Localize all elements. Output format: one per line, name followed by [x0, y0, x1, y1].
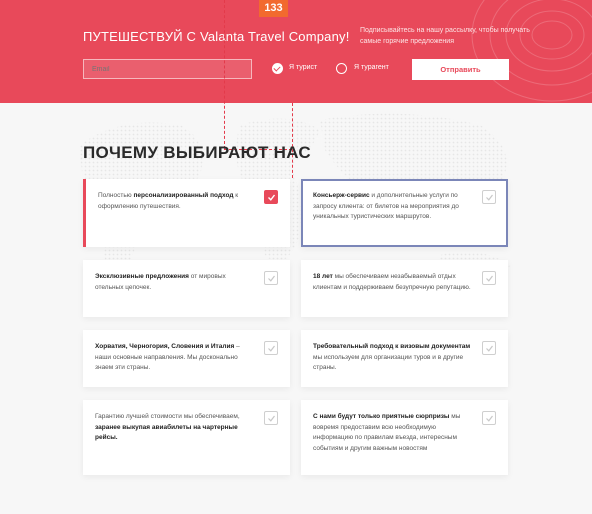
section-title: ПОЧЕМУ ВЫБИРАЮТ НАС — [83, 143, 311, 162]
feature-card-text: С нами будут только приятные сюрпризы мы… — [313, 413, 461, 452]
feature-card-text: Эксклюзивные предложения от мировых отел… — [95, 273, 226, 291]
radio-agent[interactable] — [336, 63, 347, 74]
check-icon — [264, 190, 278, 204]
guide-line-vertical — [224, 0, 225, 149]
feature-card-text: Полностью персонализированный подход к о… — [98, 192, 239, 210]
subscribe-description: Подписывайтесь на нашу рассылку, чтобы п… — [360, 27, 530, 45]
radio-tourist[interactable] — [272, 63, 283, 74]
check-icon — [264, 271, 278, 285]
feature-card[interactable]: Эксклюзивные предложения от мировых отел… — [83, 260, 290, 317]
feature-card-text: Требовательный подход к визовым документ… — [313, 343, 471, 371]
check-icon — [482, 190, 496, 204]
feature-card[interactable]: Хорватия, Черногория, Словения и Италия … — [83, 330, 290, 387]
check-icon — [264, 341, 278, 355]
feature-card[interactable]: 18 лет мы обеспечиваем незабываемый отды… — [301, 260, 508, 317]
feature-card[interactable]: Полностью персонализированный подход к о… — [83, 179, 290, 247]
feature-card[interactable]: Требовательный подход к визовым документ… — [301, 330, 508, 387]
submit-button[interactable]: Отправить — [412, 59, 509, 80]
banner-headline: ПУТЕШЕСТВУЙ С Valanta Travel Company! — [83, 29, 350, 44]
radio-tourist-label[interactable]: Я турист — [289, 64, 317, 71]
radio-agent-label[interactable]: Я турагент — [354, 64, 389, 71]
feature-card-text: 18 лет мы обеспечиваем незабываемый отды… — [313, 273, 471, 291]
check-icon — [482, 341, 496, 355]
check-icon — [482, 271, 496, 285]
topographic-pattern-icon — [471, 0, 592, 102]
check-icon — [264, 411, 278, 425]
subscribe-banner: ПУТЕШЕСТВУЙ С Valanta Travel Company! По… — [0, 0, 592, 103]
check-icon — [482, 411, 496, 425]
guide-line-vertical-2 — [292, 103, 293, 178]
feature-card-text: Консьерж-сервис и дополнительные услуги … — [313, 192, 459, 220]
feature-card[interactable]: Гарантию лучшей стоимости мы обеспечивае… — [83, 400, 290, 475]
feature-card-text: Хорватия, Черногория, Словения и Италия … — [95, 343, 240, 371]
email-input[interactable] — [83, 59, 252, 79]
feature-card[interactable]: С нами будут только приятные сюрпризы мы… — [301, 400, 508, 475]
measurement-badge: 133 — [259, 0, 288, 17]
feature-card[interactable]: Консьерж-сервис и дополнительные услуги … — [301, 179, 508, 247]
feature-card-text: Гарантию лучшей стоимости мы обеспечивае… — [95, 413, 240, 441]
